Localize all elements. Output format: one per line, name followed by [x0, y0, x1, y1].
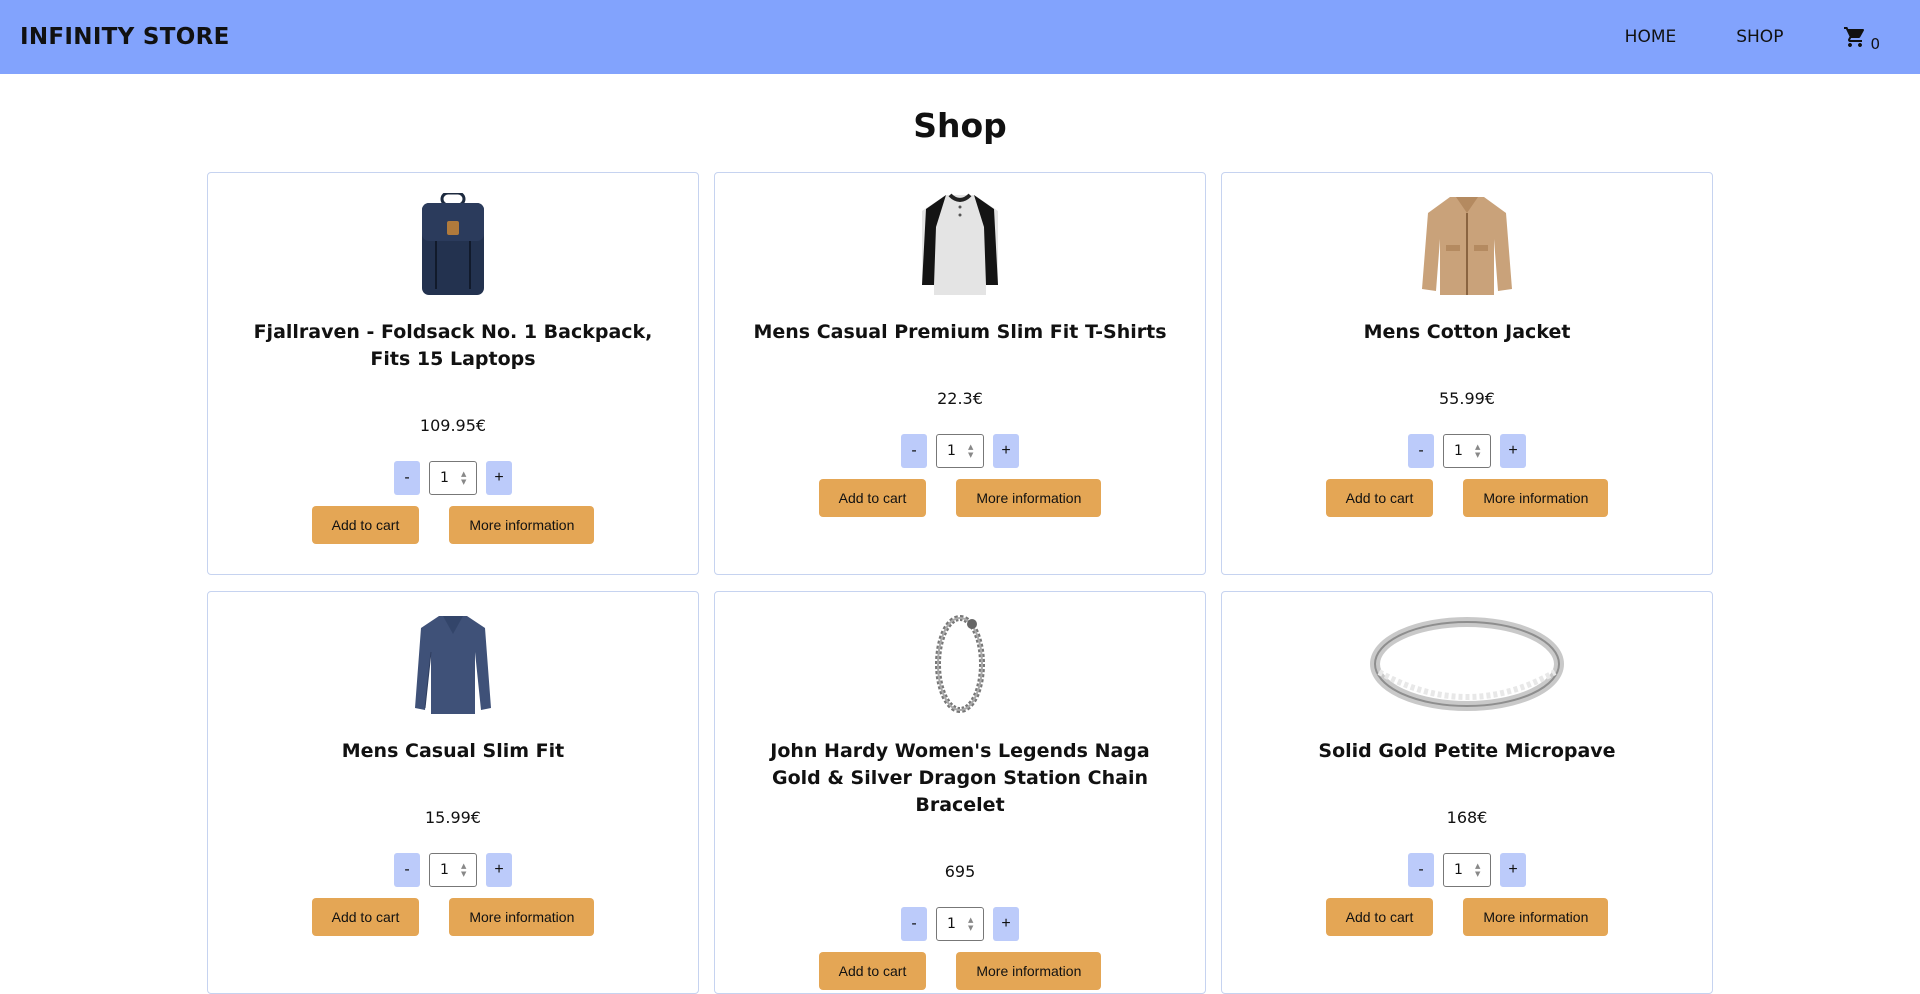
more-information-button[interactable]: More information [449, 506, 595, 544]
backpack-icon [422, 193, 484, 295]
quantity-stepper: - 1 ▲ ▼ + [1408, 853, 1526, 887]
product-grid: Fjallraven - Foldsack No. 1 Backpack, Fi… [207, 172, 1714, 994]
increase-quantity-button[interactable]: + [993, 434, 1019, 468]
quantity-stepper: - 1 ▲ ▼ + [394, 853, 512, 887]
card-actions: Add to cart More information [1325, 479, 1609, 517]
quantity-value: 1 [947, 443, 956, 459]
product-card: Mens Casual Premium Slim Fit T-Shirts 22… [714, 172, 1206, 575]
spinner-icon[interactable]: ▲ ▼ [968, 916, 977, 932]
more-information-button[interactable]: More information [1463, 898, 1609, 936]
nav-shop-link[interactable]: SHOP [1736, 27, 1783, 47]
product-title[interactable]: Fjallraven - Foldsack No. 1 Backpack, Fi… [243, 319, 663, 373]
increase-quantity-button[interactable]: + [1500, 434, 1526, 468]
add-to-cart-button[interactable]: Add to cart [311, 898, 420, 936]
cart-count: 0 [1870, 35, 1880, 53]
product-title[interactable]: Mens Casual Premium Slim Fit T-Shirts [750, 319, 1170, 346]
product-image[interactable] [860, 612, 1060, 716]
quantity-value: 1 [1454, 862, 1463, 878]
product-image[interactable] [860, 193, 1060, 297]
spinner-icon[interactable]: ▲ ▼ [461, 862, 470, 878]
card-actions: Add to cart More information [311, 506, 595, 544]
quantity-value: 1 [1454, 443, 1463, 459]
card-actions: Add to cart More information [818, 479, 1102, 517]
more-information-button[interactable]: More information [449, 898, 595, 936]
more-information-button[interactable]: More information [1463, 479, 1609, 517]
spinner-icon[interactable]: ▲ ▼ [461, 470, 470, 486]
quantity-stepper: - 1 ▲ ▼ + [901, 907, 1019, 941]
add-to-cart-button[interactable]: Add to cart [818, 952, 927, 990]
spinner-icon[interactable]: ▲ ▼ [968, 443, 977, 459]
product-card: Fjallraven - Foldsack No. 1 Backpack, Fi… [207, 172, 699, 575]
product-price: 168€ [1446, 808, 1488, 827]
product-image[interactable] [1367, 612, 1567, 716]
product-image[interactable] [1367, 193, 1567, 297]
product-title[interactable]: Solid Gold Petite Micropave [1257, 738, 1677, 765]
decrease-quantity-button[interactable]: - [394, 461, 420, 495]
cart-button[interactable]: 0 [1843, 25, 1880, 53]
page-title: Shop [913, 106, 1007, 145]
quantity-value: 1 [440, 862, 449, 878]
tshirt-icon [922, 193, 998, 295]
navbar: INFINITY STORE HOME SHOP 0 [0, 0, 1920, 74]
card-actions: Add to cart More information [1325, 898, 1609, 936]
ring-icon [1370, 617, 1564, 711]
product-image[interactable] [353, 193, 553, 297]
product-card: John Hardy Women's Legends Naga Gold & S… [714, 591, 1206, 994]
decrease-quantity-button[interactable]: - [901, 907, 927, 941]
product-card: Mens Cotton Jacket 55.99€ - 1 ▲ ▼ + Add t… [1221, 172, 1713, 575]
bracelet-icon [935, 615, 985, 713]
quantity-input[interactable]: 1 ▲ ▼ [936, 434, 984, 468]
increase-quantity-button[interactable]: + [486, 853, 512, 887]
more-information-button[interactable]: More information [956, 479, 1102, 517]
product-image[interactable] [353, 612, 553, 716]
decrease-quantity-button[interactable]: - [1408, 434, 1434, 468]
increase-quantity-button[interactable]: + [486, 461, 512, 495]
spinner-icon[interactable]: ▲ ▼ [1475, 862, 1484, 878]
quantity-stepper: - 1 ▲ ▼ + [394, 461, 512, 495]
add-to-cart-button[interactable]: Add to cart [1325, 479, 1434, 517]
product-price: 695 [944, 862, 976, 881]
quantity-value: 1 [947, 916, 956, 932]
long-sleeve-shirt-icon [415, 616, 491, 714]
increase-quantity-button[interactable]: + [993, 907, 1019, 941]
quantity-input[interactable]: 1 ▲ ▼ [1443, 853, 1491, 887]
brand-logo[interactable]: INFINITY STORE [20, 24, 230, 50]
product-price: 55.99€ [1439, 389, 1495, 408]
product-price: 109.95€ [419, 416, 487, 435]
card-actions: Add to cart More information [818, 952, 1102, 990]
add-to-cart-button[interactable]: Add to cart [818, 479, 927, 517]
spinner-icon[interactable]: ▲ ▼ [1475, 443, 1484, 459]
quantity-input[interactable]: 1 ▲ ▼ [936, 907, 984, 941]
quantity-input[interactable]: 1 ▲ ▼ [429, 853, 477, 887]
quantity-value: 1 [440, 470, 449, 486]
product-title[interactable]: Mens Casual Slim Fit [243, 738, 663, 765]
product-title[interactable]: John Hardy Women's Legends Naga Gold & S… [750, 738, 1170, 819]
jacket-icon [1422, 197, 1512, 295]
add-to-cart-button[interactable]: Add to cart [1325, 898, 1434, 936]
nav-home-link[interactable]: HOME [1625, 27, 1677, 47]
product-title[interactable]: Mens Cotton Jacket [1257, 319, 1677, 346]
quantity-stepper: - 1 ▲ ▼ + [901, 434, 1019, 468]
nav-links: HOME SHOP 0 [1625, 0, 1900, 74]
quantity-input[interactable]: 1 ▲ ▼ [429, 461, 477, 495]
shopping-cart-icon [1843, 25, 1867, 49]
card-actions: Add to cart More information [311, 898, 595, 936]
product-price: 15.99€ [425, 808, 481, 827]
decrease-quantity-button[interactable]: - [901, 434, 927, 468]
product-card: Solid Gold Petite Micropave 168€ - 1 ▲ ▼ … [1221, 591, 1713, 994]
add-to-cart-button[interactable]: Add to cart [311, 506, 420, 544]
product-price: 22.3€ [937, 389, 983, 408]
quantity-stepper: - 1 ▲ ▼ + [1408, 434, 1526, 468]
quantity-input[interactable]: 1 ▲ ▼ [1443, 434, 1491, 468]
increase-quantity-button[interactable]: + [1500, 853, 1526, 887]
decrease-quantity-button[interactable]: - [394, 853, 420, 887]
product-card: Mens Casual Slim Fit 15.99€ - 1 ▲ ▼ + Add… [207, 591, 699, 994]
more-information-button[interactable]: More information [956, 952, 1102, 990]
decrease-quantity-button[interactable]: - [1408, 853, 1434, 887]
